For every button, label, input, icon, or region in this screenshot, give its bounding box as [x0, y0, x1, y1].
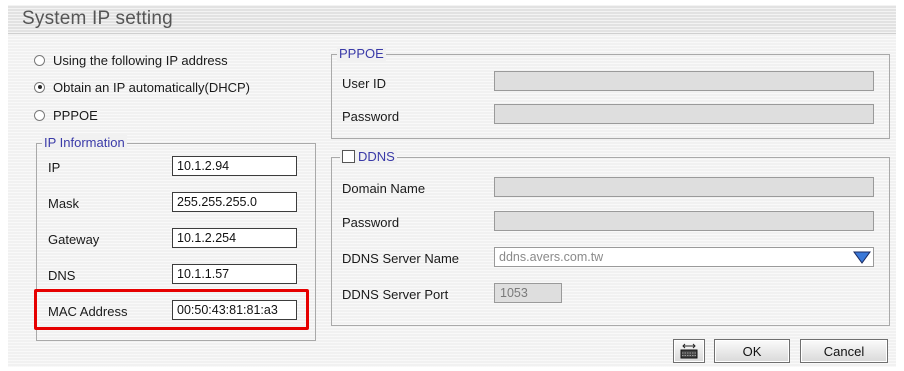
dns-field[interactable]: 10.1.1.57 — [172, 264, 297, 284]
ip-information-legend: IP Information — [42, 135, 127, 150]
domain-name-label: Domain Name — [342, 181, 426, 196]
radio-dhcp-label: Obtain an IP automatically(DHCP) — [53, 79, 251, 95]
ddns-password-label: Password — [342, 215, 400, 230]
ddns-password-field[interactable] — [494, 211, 874, 231]
ddns-server-name-label: DDNS Server Name — [342, 251, 460, 266]
ddns-server-name-value: ddns.avers.com.tw — [499, 250, 604, 264]
keyboard-button[interactable] — [673, 339, 705, 363]
ddns-legend: DDNS — [340, 149, 397, 164]
dns-label: DNS — [48, 268, 76, 283]
ip-label: IP — [48, 160, 61, 175]
pppoe-group: PPPOE — [331, 46, 890, 139]
ok-button-label: OK — [742, 343, 762, 359]
ddns-checkbox[interactable] — [342, 150, 355, 163]
pppoe-user-id-label: User ID — [342, 76, 387, 91]
pppoe-legend: PPPOE — [337, 46, 386, 61]
mask-field[interactable]: 255.255.255.0 — [172, 192, 297, 212]
domain-name-field[interactable] — [494, 177, 874, 197]
ddns-legend-label: DDNS — [358, 149, 395, 164]
title-bar: System IP setting — [8, 5, 896, 34]
ddns-server-port-field[interactable]: 1053 — [494, 283, 562, 303]
mac-address-field[interactable]: 00:50:43:81:81:a3 — [172, 300, 297, 320]
dialog-title: System IP setting — [22, 8, 173, 29]
cancel-button-label: Cancel — [823, 343, 865, 359]
pppoe-password-field[interactable] — [494, 104, 874, 124]
ddns-server-name-select[interactable]: ddns.avers.com.tw — [494, 247, 874, 267]
radio-button[interactable] — [34, 54, 45, 66]
gateway-label: Gateway — [48, 232, 100, 247]
chevron-down-icon[interactable] — [853, 251, 871, 264]
pppoe-password-label: Password — [342, 109, 400, 124]
mac-address-label: MAC Address — [48, 304, 128, 319]
ip-field[interactable]: 10.1.2.94 — [172, 156, 297, 176]
cancel-button[interactable]: Cancel — [800, 339, 888, 363]
mask-label: Mask — [48, 196, 80, 211]
radio-button[interactable] — [34, 81, 45, 93]
ddns-server-port-label: DDNS Server Port — [342, 287, 449, 302]
gateway-field[interactable]: 10.1.2.254 — [172, 228, 297, 248]
radio-dhcp[interactable]: Obtain an IP automatically(DHCP) — [34, 78, 250, 96]
pppoe-user-id-field[interactable] — [494, 71, 874, 91]
radio-static-ip[interactable]: Using the following IP address — [34, 51, 228, 69]
system-ip-dialog: System IP setting Using the following IP… — [8, 5, 896, 367]
radio-pppoe[interactable]: PPPOE — [34, 106, 98, 124]
radio-static-ip-label: Using the following IP address — [53, 52, 228, 68]
keyboard-icon — [680, 343, 698, 359]
ok-button[interactable]: OK — [714, 339, 790, 363]
radio-button[interactable] — [34, 109, 45, 121]
radio-pppoe-label: PPPOE — [53, 107, 98, 123]
